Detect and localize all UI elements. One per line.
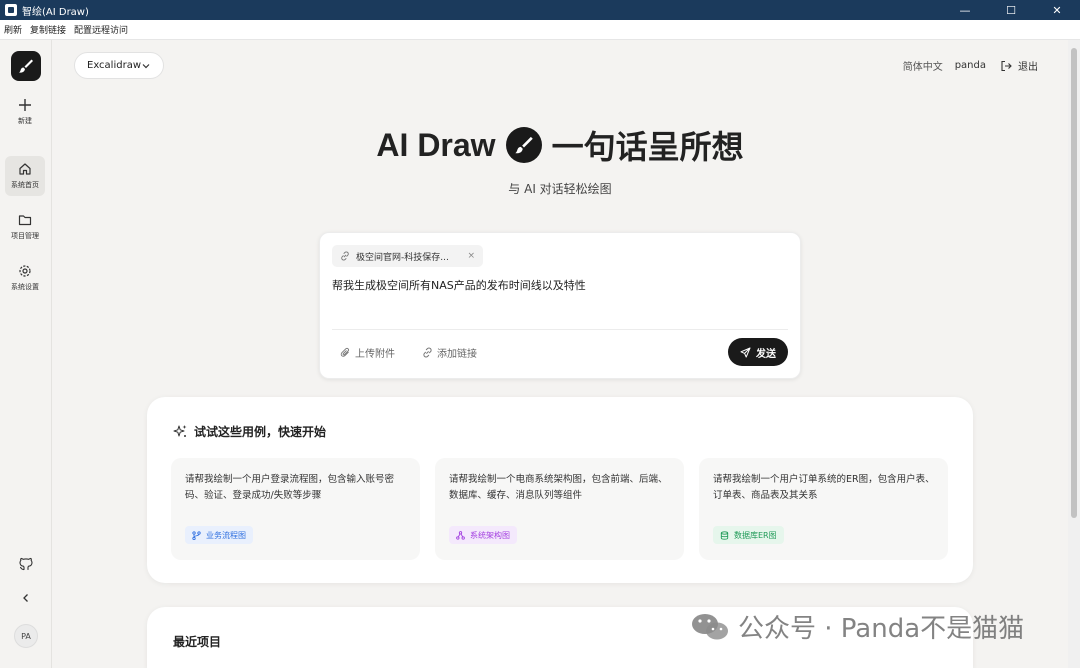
upload-label: 上传附件: [355, 349, 395, 360]
window-title: 智绘(AI Draw): [22, 6, 89, 18]
scrollbar-thumb[interactable]: [1071, 48, 1077, 518]
example-card-text: 请帮我绘制一个电商系统架构图，包含前端、后端、数据库、缓存、消息队列等组件: [449, 474, 668, 501]
composer-divider: [332, 329, 788, 330]
hero-subtitle: 与 AI 对话轻松绘图: [508, 182, 612, 196]
example-tag: 业务流程图: [185, 526, 253, 544]
example-tag-label: 数据库ER图: [734, 530, 777, 540]
watermark-text: 公众号 · Panda不是猫猫: [738, 614, 1025, 644]
home-icon: [19, 163, 31, 175]
sidebar-item-home[interactable]: 系统首页: [5, 156, 45, 196]
network-icon: [456, 530, 465, 540]
send-icon: [740, 347, 751, 357]
main-content: Excalidraw 简体中文 panda 退出 AI Draw 一句话呈所想 …: [52, 40, 1068, 668]
folder-icon: [18, 215, 32, 226]
sparkles-icon: [173, 425, 187, 437]
app-logo[interactable]: [11, 51, 41, 81]
chevron-down-icon: [142, 63, 150, 68]
examples-panel: 试试这些用例，快速开始 请帮我绘制一个用户登录流程图，包含输入账号密码、验证、登…: [147, 397, 973, 583]
window-titlebar: 智绘(AI Draw) — ☐ ✕: [0, 0, 1080, 20]
example-card-architecture[interactable]: 请帮我绘制一个电商系统架构图，包含前端、后端、数据库、缓存、消息队列等组件 系统…: [435, 458, 684, 560]
brush-icon: [505, 127, 542, 163]
engine-select[interactable]: Excalidraw: [74, 52, 164, 79]
example-tag: 系统架构图: [449, 526, 517, 544]
collapse-sidebar-icon[interactable]: [20, 592, 32, 604]
example-card-flowchart[interactable]: 请帮我绘制一个用户登录流程图，包含输入账号密码、验证、登录成功/失败等步骤 业务…: [171, 458, 420, 560]
sidebar: 新建 系统首页 项目管理 系统设置 PA: [0, 40, 52, 668]
app-icon: [5, 4, 17, 16]
engine-select-value: Excalidraw: [87, 60, 142, 71]
upload-attachment-button[interactable]: 上传附件: [340, 345, 395, 360]
sidebar-item-label: 项目管理: [11, 232, 39, 240]
hero-title-left: AI Draw: [376, 126, 496, 163]
example-tag: 数据库ER图: [713, 526, 784, 544]
add-link-label: 添加链接: [437, 349, 477, 360]
example-tag-label: 系统架构图: [470, 530, 510, 540]
git-branch-icon: [192, 530, 201, 540]
examples-heading: 试试这些用例，快速开始: [173, 423, 326, 440]
sidebar-item-label: 新建: [18, 117, 32, 125]
plus-icon: [19, 99, 31, 111]
send-button[interactable]: 发送: [728, 338, 788, 366]
logout-icon: [1001, 60, 1012, 71]
header-actions: 简体中文 panda 退出: [903, 58, 1038, 73]
add-link-button[interactable]: 添加链接: [422, 345, 477, 360]
sidebar-item-projects[interactable]: 项目管理: [5, 207, 45, 247]
menu-bar: 刷新 复制链接 配置远程访问: [0, 20, 1080, 40]
paperclip-icon: [340, 347, 349, 357]
link-icon: [423, 347, 432, 358]
avatar[interactable]: PA: [14, 624, 38, 648]
gear-icon: [19, 265, 31, 277]
recent-projects-heading: 最近项目: [173, 635, 222, 649]
examples-heading-text: 试试这些用例，快速开始: [194, 425, 327, 439]
send-label: 发送: [756, 348, 776, 360]
sidebar-item-settings[interactable]: 系统设置: [5, 258, 45, 298]
prompt-input[interactable]: 帮我生成极空间所有NAS产品的发布时间线以及特性: [332, 277, 586, 293]
vertical-scrollbar[interactable]: [1068, 40, 1080, 668]
wechat-icon: [692, 613, 728, 639]
maximize-button[interactable]: ☐: [988, 0, 1034, 20]
logout-button[interactable]: 退出: [1000, 58, 1038, 73]
example-card-text: 请帮我绘制一个用户订单系统的ER图，包含用户表、订单表、商品表及其关系: [713, 474, 935, 501]
username: panda: [954, 60, 986, 71]
remove-attachment-icon[interactable]: ×: [467, 251, 475, 261]
attachment-chip[interactable]: 极空间官网-科技保存... ×: [332, 245, 483, 267]
sidebar-item-new[interactable]: 新建: [5, 92, 45, 132]
menu-refresh[interactable]: 刷新: [4, 23, 22, 36]
watermark: 公众号 · Panda不是猫猫: [690, 608, 1024, 645]
logout-label: 退出: [1018, 62, 1038, 73]
menu-copy-link[interactable]: 复制链接: [30, 23, 66, 36]
hero-title-right: 一句话呈所想: [551, 129, 744, 165]
language-switch[interactable]: 简体中文: [903, 58, 943, 73]
attachment-name: 极空间官网-科技保存...: [356, 252, 449, 263]
database-icon: [720, 530, 729, 540]
brush-icon: [19, 59, 33, 73]
sidebar-item-label: 系统设置: [11, 283, 39, 291]
example-card-text: 请帮我绘制一个用户登录流程图，包含输入账号密码、验证、登录成功/失败等步骤: [185, 474, 395, 501]
example-tag-label: 业务流程图: [206, 530, 246, 540]
menu-remote-access[interactable]: 配置远程访问: [74, 23, 128, 36]
minimize-button[interactable]: —: [942, 0, 988, 20]
hero-title: AI Draw 一句话呈所想: [52, 122, 1068, 168]
close-button[interactable]: ✕: [1034, 0, 1080, 20]
link-icon: [341, 251, 349, 261]
example-card-er-diagram[interactable]: 请帮我绘制一个用户订单系统的ER图，包含用户表、订单表、商品表及其关系 数据库E…: [699, 458, 948, 560]
sidebar-item-label: 系统首页: [11, 181, 39, 189]
github-icon[interactable]: [19, 557, 33, 571]
prompt-composer: 极空间官网-科技保存... × 帮我生成极空间所有NAS产品的发布时间线以及特性…: [319, 232, 801, 379]
